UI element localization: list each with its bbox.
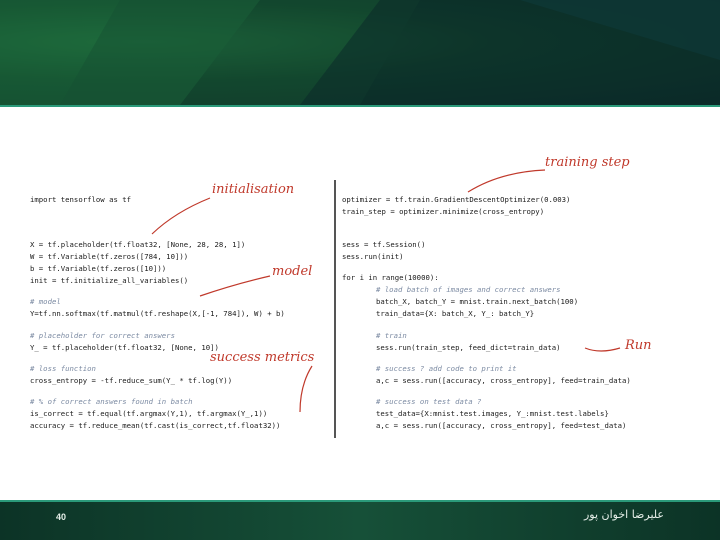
code-line: init = tf.initialize_all_variables() xyxy=(30,276,189,285)
annotation-success-metrics: success metrics xyxy=(210,350,315,365)
code-divider xyxy=(334,180,336,438)
code-comment: # train xyxy=(376,331,407,340)
code-line: sess = tf.Session() xyxy=(342,240,426,249)
code-line: accuracy = tf.reduce_mean(tf.cast(is_cor… xyxy=(30,421,281,430)
code-comment: # placeholder for correct answers xyxy=(30,331,175,340)
page-number: 40 xyxy=(56,512,67,522)
code-line: Y=tf.nn.softmax(tf.matmul(tf.reshape(X,[… xyxy=(30,309,285,318)
code-line: cross_entropy = -tf.reduce_sum(Y_ * tf.l… xyxy=(30,376,233,385)
annotation-run: Run xyxy=(625,338,652,353)
header-banner xyxy=(0,0,720,105)
header-divider xyxy=(0,105,720,107)
code-comment: # success ? add code to print it xyxy=(376,364,517,373)
code-block-right: optimizer = tf.train.GradientDescentOpti… xyxy=(342,180,682,438)
code-line: is_correct = tf.equal(tf.argmax(Y,1), tf… xyxy=(30,409,268,418)
author-name: علیرضا اخوان پور xyxy=(583,508,664,521)
code-line: test_data={X:mnist.test.images, Y_:mnist… xyxy=(376,409,609,418)
annotation-training-step: training step xyxy=(545,155,630,170)
code-line: sess.run(init) xyxy=(342,252,404,261)
code-comment: # load batch of images and correct answe… xyxy=(376,285,561,294)
code-line: sess.run(train_step, feed_dict=train_dat… xyxy=(376,343,561,352)
code-line: a,c = sess.run([accuracy, cross_entropy]… xyxy=(376,376,631,385)
code-line: X = tf.placeholder(tf.float32, [None, 28… xyxy=(30,240,246,249)
code-line: import tensorflow as tf xyxy=(30,195,132,204)
code-line: train_data={X: batch_X, Y_: batch_Y} xyxy=(376,309,535,318)
footer-divider xyxy=(0,500,720,502)
code-block-left: import tensorflow as tf X = tf.placehold… xyxy=(30,180,330,438)
code-comment: # % of correct answers found in batch xyxy=(30,397,193,406)
code-line: b = tf.Variable(tf.zeros([10])) xyxy=(30,264,167,273)
annotation-model: model xyxy=(272,264,313,279)
code-line: a,c = sess.run([accuracy, cross_entropy]… xyxy=(376,421,627,430)
code-comment: # model xyxy=(30,297,61,306)
code-line: batch_X, batch_Y = mnist.train.next_batc… xyxy=(376,297,579,306)
annotation-initialisation: initialisation xyxy=(212,182,295,197)
code-line: W = tf.Variable(tf.zeros([784, 10])) xyxy=(30,252,189,261)
banner-decoration xyxy=(0,0,720,105)
code-line: train_step = optimizer.minimize(cross_en… xyxy=(342,207,545,216)
code-line: for i in range(10000): xyxy=(342,273,439,282)
code-line: Y_ = tf.placeholder(tf.float32, [None, 1… xyxy=(30,343,219,352)
code-comment: # loss function xyxy=(30,364,96,373)
code-comment: # success on test data ? xyxy=(376,397,482,406)
code-line: optimizer = tf.train.GradientDescentOpti… xyxy=(342,195,571,204)
